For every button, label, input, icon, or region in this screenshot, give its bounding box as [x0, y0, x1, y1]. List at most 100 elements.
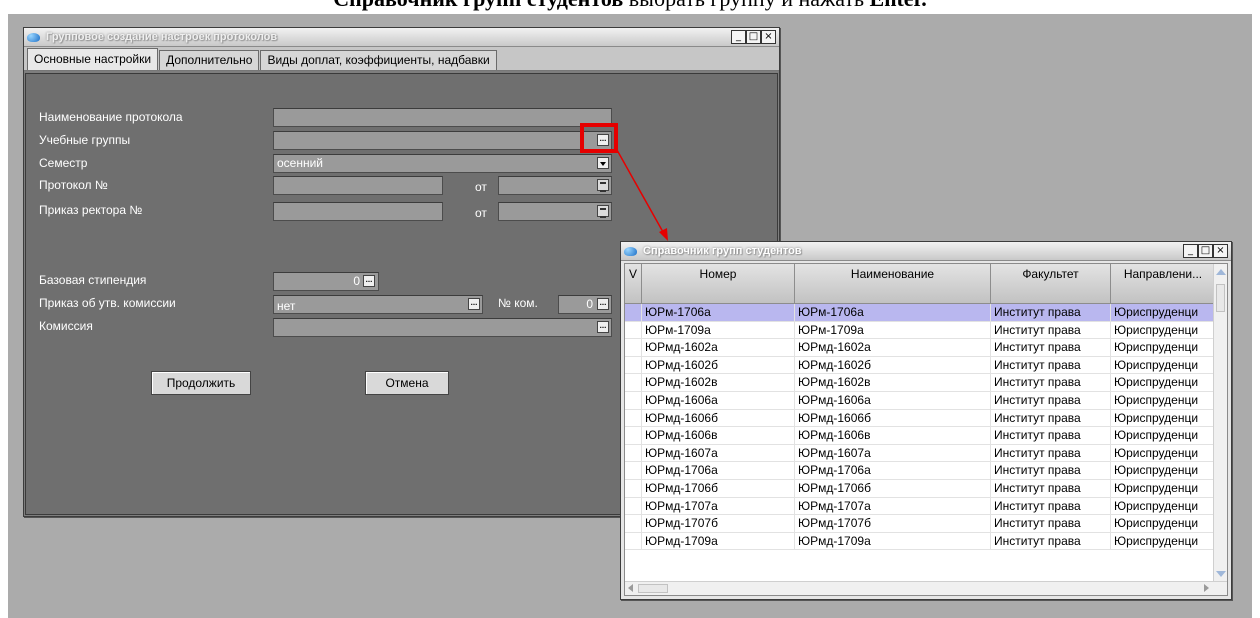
close-icon[interactable]: × [1213, 244, 1228, 258]
column-header-faculty[interactable]: Факультет [991, 264, 1111, 304]
table-row[interactable]: ЮРм-1706а ЮРм-1706а Институт права Юриспруд… [625, 304, 1215, 322]
scroll-up-icon[interactable] [1216, 269, 1226, 275]
scroll-left-icon[interactable] [628, 584, 633, 592]
rector-order-date-label: от [475, 206, 487, 220]
cell-direction: Юриспруденци [1114, 340, 1199, 355]
grid-header: V Номер Наименование Факультет Направлен… [625, 264, 1215, 304]
cell-direction: Юриспруденци [1114, 410, 1199, 425]
table-row[interactable]: ЮРмд-1602б ЮРмд-1602б Институт права Юриспр… [625, 356, 1215, 375]
column-header-number[interactable]: Номер [642, 264, 795, 304]
cell-direction: Юриспруденци [1114, 516, 1199, 531]
table-row[interactable]: ЮРмд-1707б ЮРмд-1707б Институт права Юриспр… [625, 515, 1215, 533]
cell-number: ЮРм-1709а [642, 321, 795, 339]
table-row[interactable]: ЮРмд-1606а ЮРмд-1606а Институт права Юриспр… [625, 391, 1215, 410]
minimize-icon[interactable]: _ [1183, 244, 1198, 258]
continue-button[interactable]: Продолжить [151, 371, 251, 395]
base-stipend-ellipsis-button[interactable]: ... [363, 275, 375, 287]
commission-ellipsis-button[interactable]: ... [597, 321, 609, 333]
table-row[interactable]: ЮРмд-1602в ЮРмд-1602в Институт права Юриспр… [625, 374, 1215, 392]
protocol-name-field[interactable] [273, 108, 612, 127]
cell-faculty: Институт права [991, 391, 1111, 409]
cancel-button[interactable]: Отмена [365, 371, 449, 395]
cell-direction: Юриспруденци [1114, 305, 1199, 319]
column-header-name[interactable]: Наименование [795, 264, 991, 304]
table-row[interactable]: ЮРмд-1709а ЮРмд-1709а Институт права Юриспр… [625, 532, 1215, 551]
heading-rest: выбрать группу и нажать [623, 0, 869, 11]
table-row[interactable]: ЮРмд-1606в ЮРмд-1606в Институт права Юриспр… [625, 427, 1215, 445]
main-window-title: Групповое создание настроек протоколов [46, 31, 278, 43]
semester-select[interactable]: осенний [273, 154, 612, 173]
cell-name: ЮРм-1706а [795, 304, 991, 321]
heading-bold: Справочник групп студентов [333, 0, 623, 11]
cell-faculty: Институт права [991, 374, 1111, 391]
protocol-no-field[interactable] [273, 176, 443, 195]
cell-v [625, 444, 642, 462]
table-row[interactable]: ЮРмд-1606б ЮРмд-1606б Институт права Юриспр… [625, 409, 1215, 428]
calendar-icon[interactable] [597, 205, 609, 218]
cell-v [625, 427, 642, 444]
cell-number: ЮРмд-1602а [642, 339, 795, 356]
cell-number: ЮРмд-1607а [642, 444, 795, 462]
scroll-thumb[interactable] [1216, 284, 1225, 312]
scroll-right-icon[interactable] [1204, 584, 1209, 592]
table-row[interactable]: ЮРмд-1707а ЮРмд-1707а Институт права Юриспр… [625, 497, 1215, 516]
cell-direction: Юриспруденци [1114, 322, 1199, 337]
cell-direction: Юриспруденци [1114, 375, 1199, 390]
chevron-down-icon[interactable] [597, 157, 609, 169]
main-window-titlebar[interactable]: Групповое создание настроек протоколов _… [24, 28, 779, 47]
scroll-thumb[interactable] [638, 584, 668, 593]
table-row[interactable]: ЮРмд-1706а ЮРмд-1706а Институт права Юриспр… [625, 462, 1215, 480]
cell-name: ЮРм-1709а [795, 321, 991, 339]
cell-number: ЮРмд-1707б [642, 515, 795, 532]
table-row[interactable]: ЮРмд-1607а ЮРмд-1607а Институт права Юриспр… [625, 444, 1215, 463]
cell-faculty: Институт права [991, 339, 1111, 356]
cell-v [625, 304, 642, 321]
commission-order-field[interactable]: нет [273, 295, 483, 314]
rector-order-date-field[interactable] [498, 202, 612, 221]
commission-field[interactable] [273, 318, 612, 337]
cell-name: ЮРмд-1707а [795, 497, 991, 515]
table-row[interactable]: ЮРм-1709а ЮРм-1709а Институт права Юриспруд… [625, 321, 1215, 340]
cell-direction: Юриспруденци [1114, 480, 1199, 495]
cell-faculty: Институт права [991, 409, 1111, 427]
protocol-date-field[interactable] [498, 176, 612, 195]
maximize-icon[interactable]: □ [746, 30, 761, 44]
tab-allowances[interactable]: Виды доплат, коэффициенты, надбавки [260, 50, 497, 70]
commission-order-ellipsis-button[interactable]: ... [468, 298, 480, 310]
cell-faculty: Институт права [991, 479, 1111, 497]
tab-basic-settings[interactable]: Основные настройки [27, 48, 159, 70]
close-icon[interactable]: × [761, 30, 776, 44]
highlight-box [580, 123, 618, 153]
maximize-icon[interactable]: □ [1198, 244, 1213, 258]
cell-number: ЮРмд-1606б [642, 409, 795, 427]
cell-direction: Юриспруденци [1114, 533, 1199, 548]
tab-additional[interactable]: Дополнительно [159, 50, 260, 70]
ref-window-title: Справочник групп студентов [643, 245, 802, 257]
horizontal-scrollbar[interactable] [625, 581, 1227, 595]
student-groups-reference-window: Справочник групп студентов _ □ × V Номер… [620, 241, 1232, 600]
cell-v [625, 391, 642, 409]
column-header-direction[interactable]: Направлени... [1111, 264, 1215, 304]
cell-faculty: Институт права [991, 497, 1111, 515]
vertical-scrollbar[interactable] [1213, 264, 1227, 582]
commission-no-ellipsis-button[interactable]: ... [597, 298, 609, 310]
scroll-down-icon[interactable] [1216, 571, 1226, 577]
cell-name: ЮРмд-1706б [795, 479, 991, 497]
calendar-icon[interactable] [597, 179, 609, 192]
cell-number: ЮРмд-1706б [642, 479, 795, 497]
cell-v [625, 356, 642, 374]
groups-field[interactable] [273, 131, 612, 150]
ref-window-titlebar[interactable]: Справочник групп студентов _ □ × [621, 242, 1231, 261]
base-stipend-label: Базовая стипендия [39, 273, 147, 287]
table-row[interactable]: ЮРмд-1602а ЮРмд-1602а Институт права Юриспр… [625, 339, 1215, 357]
cell-number: ЮРмд-1707а [642, 497, 795, 515]
cell-direction: Юриспруденци [1114, 445, 1199, 460]
table-row[interactable]: ЮРмд-1706б ЮРмд-1706б Институт права Юриспр… [625, 479, 1215, 498]
column-header-v[interactable]: V [625, 264, 642, 304]
cell-v [625, 339, 642, 356]
minimize-icon[interactable]: _ [731, 30, 746, 44]
document-heading: Справочник групп студентов выбрать групп… [0, 0, 1260, 12]
rector-order-field[interactable] [273, 202, 443, 221]
cell-faculty: Институт права [991, 427, 1111, 444]
groups-label: Учебные группы [39, 133, 131, 147]
